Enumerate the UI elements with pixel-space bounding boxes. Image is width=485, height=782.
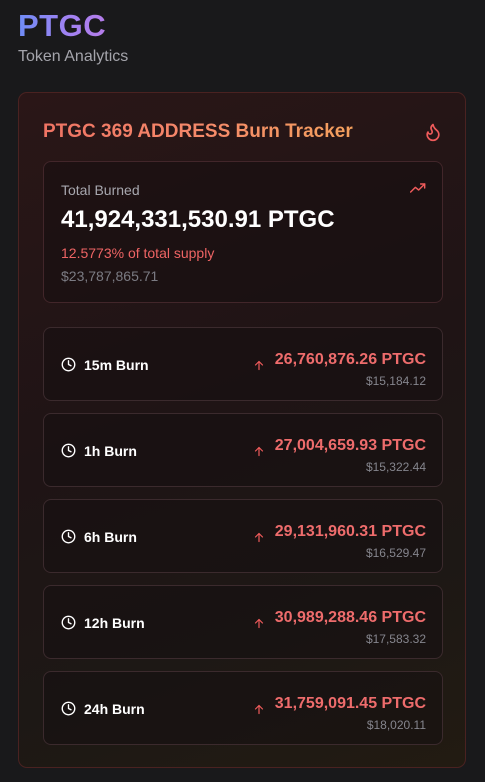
burn-amount: 27,004,659.93 PTGC [274, 436, 426, 454]
burn-row-6h: 6h Burn 29,131,960.31 PTGC $16,529.47 [43, 499, 443, 573]
total-burned-value: 41,924,331,530.91 PTGC [61, 206, 335, 233]
trending-up-icon [410, 183, 426, 193]
burn-period-label: 24h Burn [84, 701, 145, 717]
arrow-up-icon [254, 446, 263, 457]
clock-icon [61, 443, 76, 458]
burn-tracker-card: PTGC 369 ADDRESS Burn Tracker Total Burn… [18, 92, 466, 768]
burn-period-label: 15m Burn [84, 357, 149, 373]
arrow-up-icon [254, 704, 263, 715]
burn-row-12h: 12h Burn 30,989,288.46 PTGC $17,583.32 [43, 585, 443, 659]
burn-amount: 30,989,288.46 PTGC [274, 608, 426, 626]
burn-amount: 29,131,960.31 PTGC [274, 522, 426, 540]
burn-row-15m: 15m Burn 26,760,876.26 PTGC $15,184.12 [43, 327, 443, 401]
clock-icon [61, 529, 76, 544]
total-burned-usd: $23,787,865.71 [61, 268, 159, 284]
burn-row-1h: 1h Burn 27,004,659.93 PTGC $15,322.44 [43, 413, 443, 487]
total-burned-panel: Total Burned 41,924,331,530.91 PTGC 12.5… [43, 161, 443, 303]
burn-row-24h: 24h Burn 31,759,091.45 PTGC $18,020.11 [43, 671, 443, 745]
clock-icon [61, 357, 76, 372]
flame-icon [426, 123, 440, 142]
card-title: PTGC 369 ADDRESS Burn Tracker [43, 121, 353, 142]
burn-period-label: 12h Burn [84, 615, 145, 631]
clock-icon [61, 615, 76, 630]
app-subtitle: Token Analytics [18, 48, 129, 65]
burn-usd-value: $18,020.11 [366, 718, 426, 732]
clock-icon [61, 701, 76, 716]
burn-usd-value: $15,184.12 [365, 374, 426, 388]
total-burned-label: Total Burned [61, 182, 140, 198]
burn-period-label: 1h Burn [84, 443, 137, 459]
burn-usd-value: $15,322.44 [365, 460, 426, 474]
burn-period-label: 6h Burn [84, 529, 137, 545]
burn-amount: 31,759,091.45 PTGC [274, 694, 426, 712]
burn-usd-value: $17,583.32 [365, 632, 426, 646]
app-title: PTGC [18, 8, 107, 43]
arrow-up-icon [254, 618, 263, 629]
burn-amount: 26,760,876.26 PTGC [274, 350, 426, 368]
arrow-up-icon [254, 532, 263, 543]
total-supply-percent: 12.5773% of total supply [61, 245, 215, 261]
arrow-up-icon [254, 360, 263, 371]
burn-usd-value: $16,529.47 [365, 546, 426, 560]
